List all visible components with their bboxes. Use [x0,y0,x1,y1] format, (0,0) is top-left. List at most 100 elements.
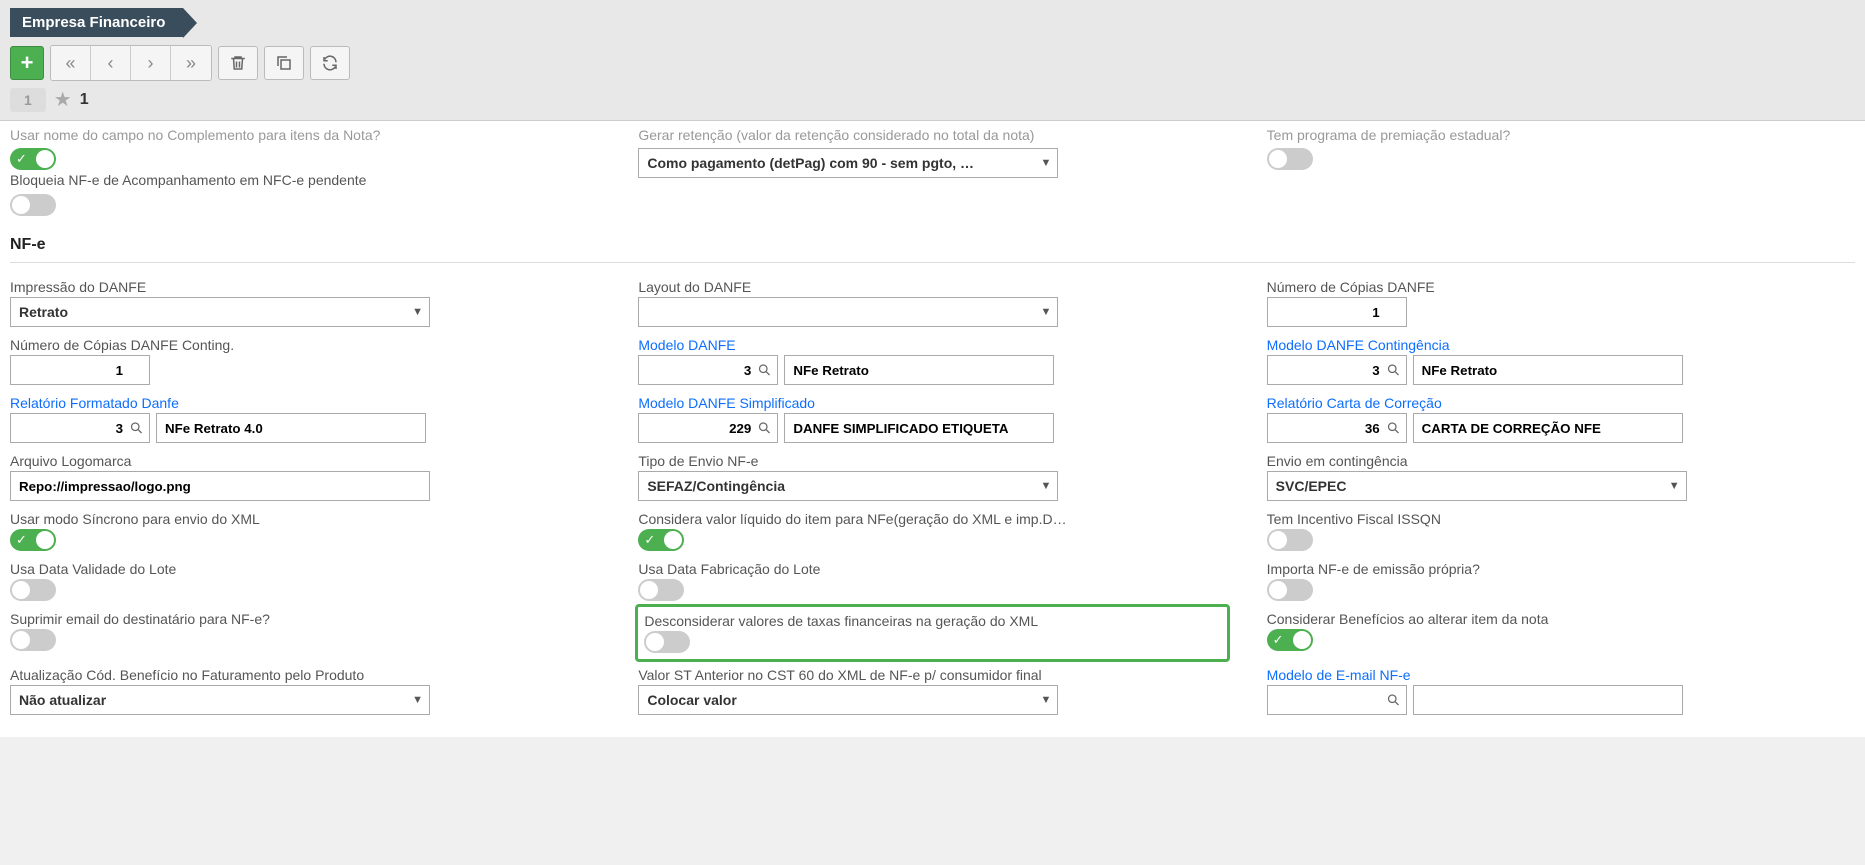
link-modelo-danfe[interactable]: Modelo DANFE [638,337,1226,353]
record-count: 1 [80,91,89,109]
select-impressao-danfe[interactable]: Retrato ▼ [10,297,430,327]
toggle-modo-sincrono[interactable]: ✓ [10,529,56,551]
search-icon[interactable] [129,421,144,436]
label-valor-st-anterior: Valor ST Anterior no CST 60 do XML de NF… [638,667,1226,683]
toggle-usar-nome-complemento[interactable]: ✓ [10,148,56,170]
chevron-down-icon: ▼ [1040,694,1051,706]
select-impressao-danfe-value: Retrato [19,304,68,320]
toggle-desconsiderar-taxas[interactable] [644,631,690,653]
toggle-premio-estadual[interactable] [1267,148,1313,170]
section-title-nfe: NF-e [10,236,1855,254]
chevron-down-icon: ▼ [1040,157,1051,169]
prev-button[interactable]: ‹ [91,46,131,80]
select-gerar-retencao-value: Como pagamento (detPag) com 90 - sem pgt… [647,155,974,171]
chevron-down-icon: ▼ [1040,480,1051,492]
toggle-bloqueia-nfe[interactable] [10,194,56,216]
search-icon[interactable] [1386,693,1401,708]
record-bar: 1 ★ 1 [10,87,1855,112]
first-button[interactable]: « [51,46,91,80]
chevron-down-icon: ▼ [1040,306,1051,318]
chevron-right-icon: › [148,53,154,74]
select-envio-contingencia-value: SVC/EPEC [1276,478,1347,494]
link-relatorio-carta-correcao[interactable]: Relatório Carta de Correção [1267,395,1855,411]
cut-label-3: Tem programa de premiação estadual? [1267,125,1855,144]
breadcrumb: Empresa Financeiro [10,8,183,37]
input-modelo-danfe-conting-name[interactable] [1413,355,1683,385]
next-button[interactable]: › [131,46,171,80]
link-modelo-email-nfe[interactable]: Modelo de E-mail NF-e [1267,667,1855,683]
input-modelo-email-name[interactable] [1413,685,1683,715]
section-divider [10,262,1855,263]
label-desconsiderar-taxas: Desconsiderar valores de taxas financeir… [644,613,1220,629]
chevron-double-right-icon: » [186,53,196,74]
delete-button[interactable] [218,46,258,80]
label-incentivo-issqn: Tem Incentivo Fiscal ISSQN [1267,511,1855,527]
chevron-down-icon: ▼ [412,306,423,318]
label-data-fabricacao-lote: Usa Data Fabricação do Lote [638,561,1226,577]
chevron-down-icon: ▼ [1669,480,1680,492]
input-relatorio-danfe-name[interactable] [156,413,426,443]
label-valor-liquido: Considera valor líquido do item para NFe… [638,511,1226,527]
input-modelo-danfe-name[interactable] [784,355,1054,385]
select-atualizacao-beneficio-value: Não atualizar [19,692,106,708]
chevron-double-left-icon: « [65,53,75,74]
select-tipo-envio-nfe-value: SEFAZ/Contingência [647,478,785,494]
toggle-importa-nfe-propria[interactable] [1267,579,1313,601]
select-layout-danfe[interactable]: ▼ [638,297,1058,327]
chevron-left-icon: ‹ [108,53,114,74]
link-modelo-danfe-simpl[interactable]: Modelo DANFE Simplificado [638,395,1226,411]
label-bloqueia-nfe: Bloqueia NF-e de Acompanhamento em NFC-e… [10,172,598,188]
input-arquivo-logomarca[interactable] [10,471,430,501]
toolbar: + « ‹ › » [10,45,1855,81]
select-valor-st-anterior-value: Colocar valor [647,692,736,708]
add-button[interactable]: + [10,46,44,80]
label-impressao-danfe: Impressão do DANFE [10,279,598,295]
chevron-down-icon: ▼ [412,694,423,706]
refresh-icon [321,54,339,72]
toggle-suprimir-email[interactable] [10,629,56,651]
link-relatorio-danfe[interactable]: Relatório Formatado Danfe [10,395,598,411]
highlighted-field: Desconsiderar valores de taxas financeir… [635,604,1229,662]
cut-label-2: Gerar retenção (valor da retenção consid… [638,125,1226,144]
toggle-incentivo-issqn[interactable] [1267,529,1313,551]
label-envio-contingencia: Envio em contingência [1267,453,1855,469]
link-modelo-danfe-conting[interactable]: Modelo DANFE Contingência [1267,337,1855,353]
toggle-data-validade-lote[interactable] [10,579,56,601]
select-envio-contingencia[interactable]: SVC/EPEC ▼ [1267,471,1687,501]
toggle-considerar-beneficios[interactable]: ✓ [1267,629,1313,651]
select-gerar-retencao[interactable]: Como pagamento (detPag) com 90 - sem pgt… [638,148,1058,178]
label-arquivo-logomarca: Arquivo Logomarca [10,453,598,469]
label-tipo-envio-nfe: Tipo de Envio NF-e [638,453,1226,469]
search-icon[interactable] [757,363,772,378]
copy-icon [275,54,293,72]
select-valor-st-anterior[interactable]: Colocar valor ▼ [638,685,1058,715]
label-importa-nfe-propria: Importa NF-e de emissão própria? [1267,561,1855,577]
refresh-button[interactable] [310,46,350,80]
select-tipo-envio-nfe[interactable]: SEFAZ/Contingência ▼ [638,471,1058,501]
label-considerar-beneficios: Considerar Benefícios ao alterar item da… [1267,611,1855,627]
nav-group: « ‹ › » [50,45,212,81]
star-icon[interactable]: ★ [54,87,72,112]
search-icon[interactable] [1386,363,1401,378]
toggle-valor-liquido[interactable]: ✓ [638,529,684,551]
trash-icon [229,54,247,72]
search-icon[interactable] [1386,421,1401,436]
label-data-validade-lote: Usa Data Validade do Lote [10,561,598,577]
copy-button[interactable] [264,46,304,80]
toggle-data-fabricacao-lote[interactable] [638,579,684,601]
search-icon[interactable] [757,421,772,436]
label-atualizacao-beneficio: Atualização Cód. Benefício no Faturament… [10,667,598,683]
cut-label-1: Usar nome do campo no Complemento para i… [10,125,598,144]
last-button[interactable]: » [171,46,211,80]
input-modelo-danfe-simpl-name[interactable] [784,413,1054,443]
input-num-copias-conting[interactable] [10,355,150,385]
label-layout-danfe: Layout do DANFE [638,279,1226,295]
record-number: 1 [10,88,46,112]
input-num-copias-danfe[interactable] [1267,297,1407,327]
label-num-copias-conting: Número de Cópias DANFE Conting. [10,337,598,353]
label-suprimir-email: Suprimir email do destinatário para NF-e… [10,611,598,627]
select-atualizacao-beneficio[interactable]: Não atualizar ▼ [10,685,430,715]
input-carta-correcao-name[interactable] [1413,413,1683,443]
label-modo-sincrono: Usar modo Síncrono para envio do XML [10,511,598,527]
label-num-copias-danfe: Número de Cópias DANFE [1267,279,1855,295]
